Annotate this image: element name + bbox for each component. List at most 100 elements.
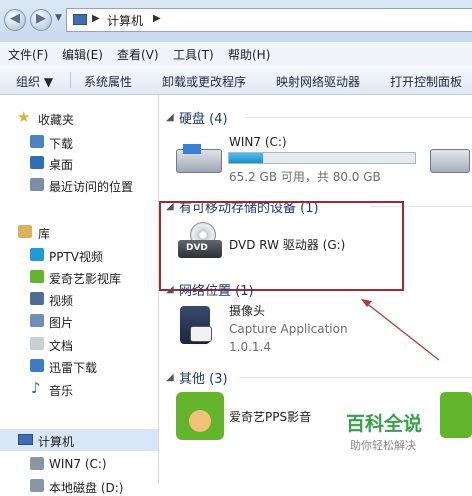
- nav-item-pictures[interactable]: 图片: [0, 311, 158, 331]
- group-header-other[interactable]: 其他 (3): [179, 368, 228, 387]
- drive-c-item[interactable]: WIN7 (C:) 65.2 GB 可用，共 80.0 GB: [174, 135, 470, 185]
- desktop-icon: [30, 156, 44, 169]
- hard-drive-icon: [176, 144, 222, 173]
- downloads-folder-icon: [30, 135, 44, 148]
- iqiyi-app-icon: [176, 392, 224, 440]
- nav-label: 最近访问的位置: [49, 180, 134, 194]
- map-network-drive-button[interactable]: 映射网络驱动器: [276, 73, 360, 90]
- group-divider: [244, 117, 472, 118]
- navigation-pane: ★ 收藏夹 下载 桌面 最近访问的位置 库 PPTV视频 爱奇艺影视库 视频 图…: [0, 95, 159, 495]
- nav-label: 库: [38, 227, 51, 241]
- mascot-face-icon: [189, 410, 211, 432]
- forward-arrow-icon: ▶: [36, 11, 46, 26]
- drive-icon: [30, 457, 44, 470]
- nav-item-videos[interactable]: 视频: [0, 289, 158, 309]
- camera-device-icon: [180, 306, 212, 344]
- watermark-title: 百科全说: [346, 413, 423, 435]
- watermark-logo: 百科全说 助你轻松解决: [334, 404, 436, 456]
- drive-c-name: WIN7 (C:): [229, 135, 287, 149]
- windows-logo-icon: [183, 144, 201, 154]
- camera-lens-icon: [190, 326, 212, 342]
- nav-label: 收藏夹: [38, 113, 75, 127]
- open-control-panel-button[interactable]: 打开控制面板: [390, 73, 462, 90]
- iqiyi-pps-item[interactable]: 爱奇艺PPS影音: [176, 392, 336, 444]
- breadcrumb-chevron-icon[interactable]: ▶: [153, 13, 161, 24]
- group-divider: [240, 377, 472, 378]
- nav-item-desktop[interactable]: 桌面: [0, 153, 158, 173]
- music-note-icon: ♪: [31, 379, 41, 397]
- thunder-downloads-icon: [30, 359, 44, 372]
- highlight-box: [159, 201, 404, 291]
- menu-view[interactable]: 查看(V): [117, 46, 159, 63]
- hard-drive-icon[interactable]: [430, 149, 470, 173]
- collapse-chevron-icon[interactable]: ◢: [166, 112, 174, 123]
- collapse-chevron-icon[interactable]: ◢: [166, 284, 174, 295]
- nav-item-music[interactable]: ♪ 音乐: [0, 379, 158, 399]
- computer-icon: [18, 434, 33, 445]
- nav-label: PPTV视频: [49, 250, 104, 264]
- drive-c-usage-fill: [229, 153, 264, 163]
- command-toolbar: 组织 ▼ 系统属性 卸载或更改程序 映射网络驱动器 打开控制面板: [0, 66, 472, 95]
- menu-bar: 文件(F) 编辑(E) 查看(V) 工具(T) 帮助(H): [0, 42, 472, 67]
- computer-icon: [73, 14, 87, 25]
- nav-label: 视频: [49, 294, 74, 308]
- organize-button[interactable]: 组织 ▼: [16, 73, 53, 90]
- menu-help[interactable]: 帮助(H): [228, 46, 270, 63]
- uninstall-program-button[interactable]: 卸载或更改程序: [162, 73, 246, 90]
- breadcrumb-chevron-icon[interactable]: ▶: [92, 13, 100, 24]
- iqiyi-pps-name: 爱奇艺PPS影音: [229, 410, 312, 424]
- group-header-network[interactable]: 网络位置 (1): [179, 280, 254, 299]
- nav-item-iqiyi[interactable]: 爱奇艺影视库: [0, 267, 158, 287]
- forward-button[interactable]: ▶: [30, 9, 52, 31]
- back-arrow-icon: ◀: [10, 11, 20, 26]
- nav-item-drive-c[interactable]: WIN7 (C:): [0, 454, 158, 474]
- nav-item-drive-d[interactable]: 本地磁盘 (D:): [0, 476, 158, 496]
- breadcrumb-computer[interactable]: 计算机: [107, 12, 143, 29]
- nav-label: 爱奇艺影视库: [49, 272, 122, 286]
- nav-label: WIN7 (C:): [49, 457, 107, 471]
- nav-label: 下载: [49, 137, 74, 151]
- watermark-subtitle: 助你轻松解决: [350, 439, 416, 452]
- nav-libraries[interactable]: 库: [0, 222, 158, 242]
- iqiyi-icon: [30, 270, 44, 283]
- nav-label: 本地磁盘 (D:): [49, 481, 124, 495]
- title-bar: ◀ ▶ ▼ ▶ 计算机 ▶: [0, 0, 472, 43]
- back-button[interactable]: ◀: [4, 9, 26, 31]
- nav-label: 计算机: [38, 435, 75, 449]
- drive-icon: [30, 479, 44, 492]
- recent-pages-dropdown-icon[interactable]: ▼: [55, 13, 62, 23]
- pptv-icon: [30, 248, 44, 261]
- star-icon: ★: [17, 108, 31, 126]
- collapse-chevron-icon[interactable]: ◢: [166, 372, 174, 383]
- menu-file[interactable]: 文件(F): [8, 46, 48, 63]
- nav-item-pptv[interactable]: PPTV视频: [0, 245, 158, 265]
- menu-edit[interactable]: 编辑(E): [62, 46, 103, 63]
- nav-item-downloads[interactable]: 下载: [0, 132, 158, 152]
- nav-computer-selected[interactable]: 计算机: [0, 429, 158, 451]
- address-bar[interactable]: ▶ 计算机 ▶: [66, 8, 472, 32]
- recent-places-icon: [30, 178, 44, 191]
- nav-item-thunder-downloads[interactable]: 迅雷下载: [0, 356, 158, 376]
- nav-label: 音乐: [49, 384, 74, 398]
- nav-favorites[interactable]: ★ 收藏夹: [0, 108, 158, 128]
- arrow-line: [364, 301, 440, 361]
- nav-label: 桌面: [49, 158, 74, 172]
- camera-item[interactable]: 摄像头 Capture Application 1.0.1.4: [176, 302, 376, 358]
- camera-version: 1.0.1.4: [229, 340, 271, 354]
- menu-tools[interactable]: 工具(T): [173, 46, 214, 63]
- library-icon: [18, 225, 32, 238]
- nav-item-recent-places[interactable]: 最近访问的位置: [0, 175, 158, 195]
- video-library-icon: [30, 292, 44, 305]
- camera-description: Capture Application: [229, 322, 348, 336]
- documents-library-icon: [30, 337, 44, 350]
- group-header-hdd[interactable]: 硬盘 (4): [179, 108, 228, 127]
- nav-item-documents[interactable]: 文档: [0, 334, 158, 354]
- drive-c-free-space: 65.2 GB 可用，共 80.0 GB: [229, 170, 381, 184]
- drive-c-usage-bar: [228, 152, 416, 164]
- nav-label: 文档: [49, 339, 74, 353]
- camera-name: 摄像头: [229, 304, 266, 318]
- system-properties-button[interactable]: 系统属性: [84, 73, 132, 90]
- toolbar-separator: [70, 72, 71, 88]
- video-app-icon[interactable]: [440, 392, 472, 438]
- nav-label: 图片: [49, 316, 74, 330]
